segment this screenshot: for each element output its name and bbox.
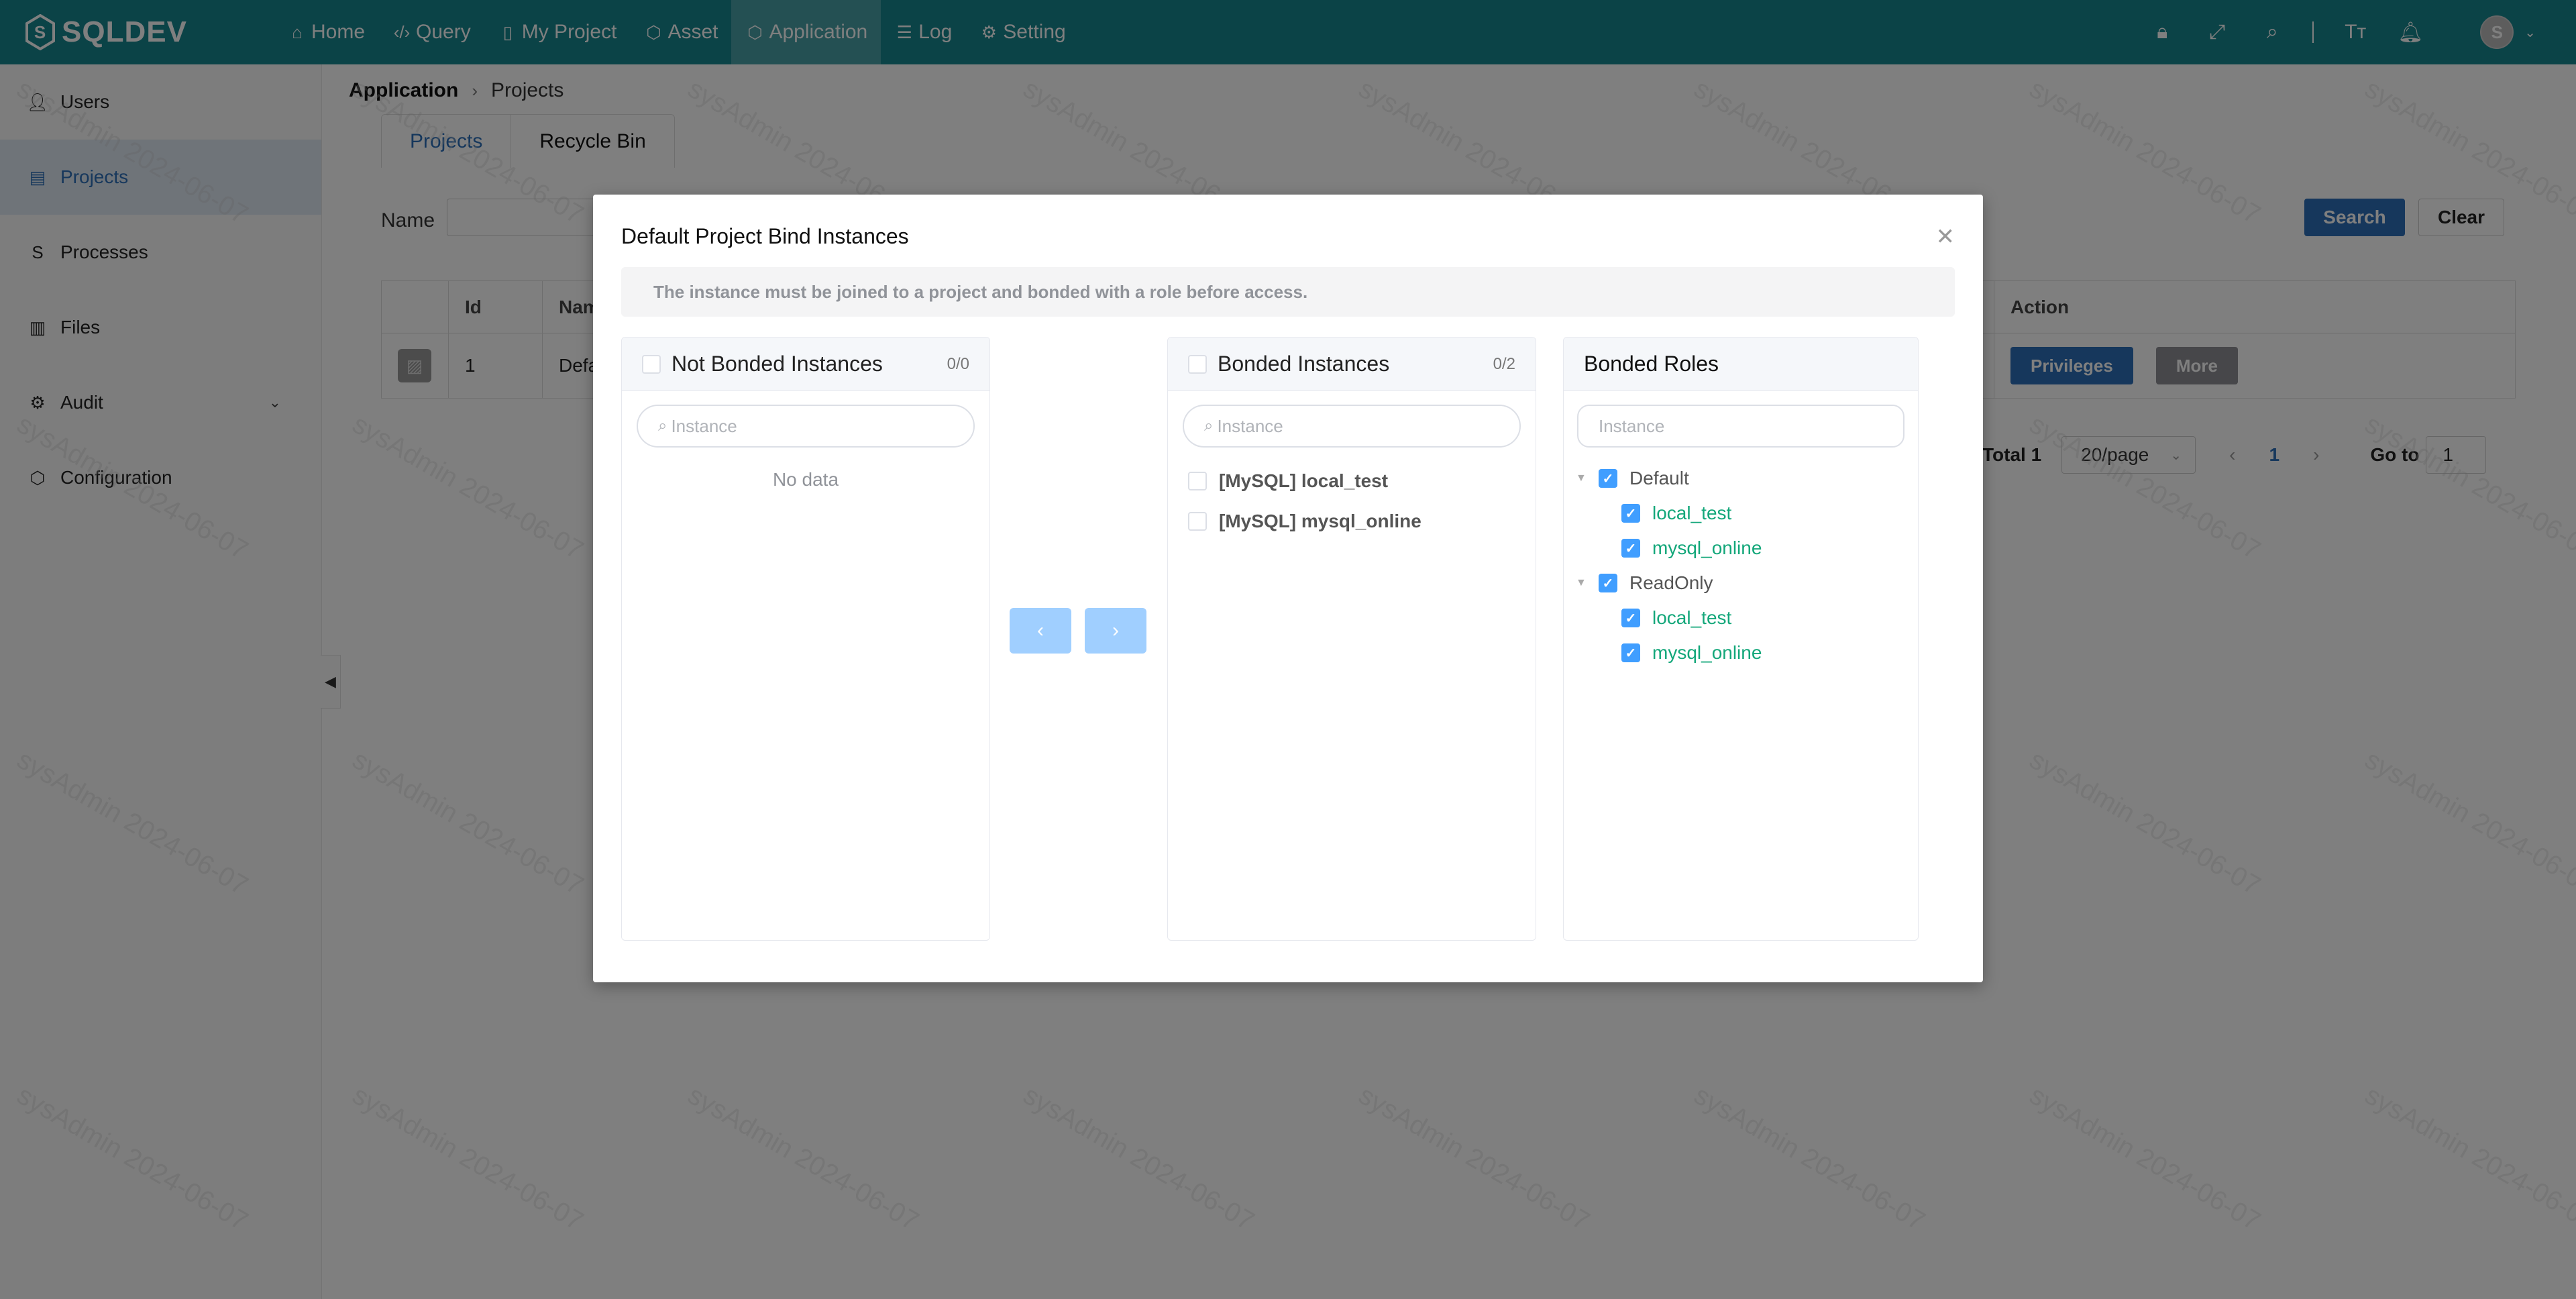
instance-checkbox[interactable]: ✓	[1621, 504, 1640, 523]
chevron-right-icon: ›	[1112, 619, 1119, 641]
select-all-checkbox[interactable]	[1188, 354, 1207, 374]
roles-tree: ▼ ✓ Default ✓ local_test ✓ mysql_online ▼ ✓ Re…	[1564, 461, 1918, 670]
bonded-roles-panel: Bonded Roles Instance ▼ ✓ Default ✓ local_t…	[1563, 337, 1919, 941]
role-checkbox[interactable]: ✓	[1599, 574, 1617, 592]
search-icon: ⌕	[658, 417, 667, 435]
instance-checkbox[interactable]: ✓	[1621, 643, 1640, 662]
dialog-title: Default Project Bind Instances	[621, 224, 909, 248]
tree-node-instance[interactable]: ✓ mysql_online	[1564, 531, 1918, 566]
panel-count: 0/0	[947, 354, 969, 373]
bonded-panel: Bonded Instances 0/2 ⌕ Instance [MySQL] l…	[1167, 337, 1536, 941]
instance-checkbox[interactable]: ✓	[1621, 609, 1640, 627]
list-item[interactable]: [MySQL] mysql_online	[1168, 501, 1536, 541]
panel-title: Not Bonded Instances	[672, 352, 883, 376]
instance-checkbox[interactable]	[1188, 472, 1207, 490]
panel-header: Bonded Roles	[1564, 337, 1918, 391]
instance-list: [MySQL] local_test [MySQL] mysql_online	[1168, 461, 1536, 541]
not-bonded-panel: Not Bonded Instances 0/0 ⌕ Instance No da…	[621, 337, 990, 941]
panel-header: Bonded Instances 0/2	[1168, 337, 1536, 391]
info-alert: The instance must be joined to a project…	[621, 267, 1955, 317]
caret-down-icon[interactable]: ▼	[1576, 472, 1589, 484]
instance-checkbox[interactable]: ✓	[1621, 539, 1640, 558]
move-left-button[interactable]: ‹	[1010, 608, 1071, 654]
chevron-left-icon: ‹	[1037, 619, 1044, 641]
move-right-button[interactable]: ›	[1085, 608, 1146, 654]
select-all-checkbox[interactable]	[642, 354, 661, 374]
tree-node-instance[interactable]: ✓ mysql_online	[1564, 635, 1918, 670]
close-icon[interactable]: ✕	[1936, 225, 1955, 248]
instance-search-input[interactable]: ⌕ Instance	[1183, 405, 1521, 448]
panel-title: Bonded Instances	[1218, 352, 1390, 376]
tree-node-readonly[interactable]: ▼ ✓ ReadOnly	[1564, 566, 1918, 601]
tree-node-instance[interactable]: ✓ local_test	[1564, 496, 1918, 531]
bind-instances-dialog: Default Project Bind Instances ✕ The ins…	[593, 195, 1983, 982]
panel-header: Not Bonded Instances 0/0	[622, 337, 989, 391]
panel-title: Bonded Roles	[1584, 352, 1719, 376]
caret-down-icon[interactable]: ▼	[1576, 577, 1589, 589]
role-checkbox[interactable]: ✓	[1599, 469, 1617, 488]
search-icon: ⌕	[1204, 417, 1214, 435]
instance-checkbox[interactable]	[1188, 512, 1207, 531]
tree-node-instance[interactable]: ✓ local_test	[1564, 601, 1918, 635]
role-search-input[interactable]: Instance	[1577, 405, 1904, 448]
panel-count: 0/2	[1493, 354, 1515, 373]
list-item[interactable]: [MySQL] local_test	[1168, 461, 1536, 501]
empty-text: No data	[772, 469, 839, 490]
tree-node-default[interactable]: ▼ ✓ Default	[1564, 461, 1918, 496]
instance-search-input[interactable]: ⌕ Instance	[637, 405, 975, 448]
